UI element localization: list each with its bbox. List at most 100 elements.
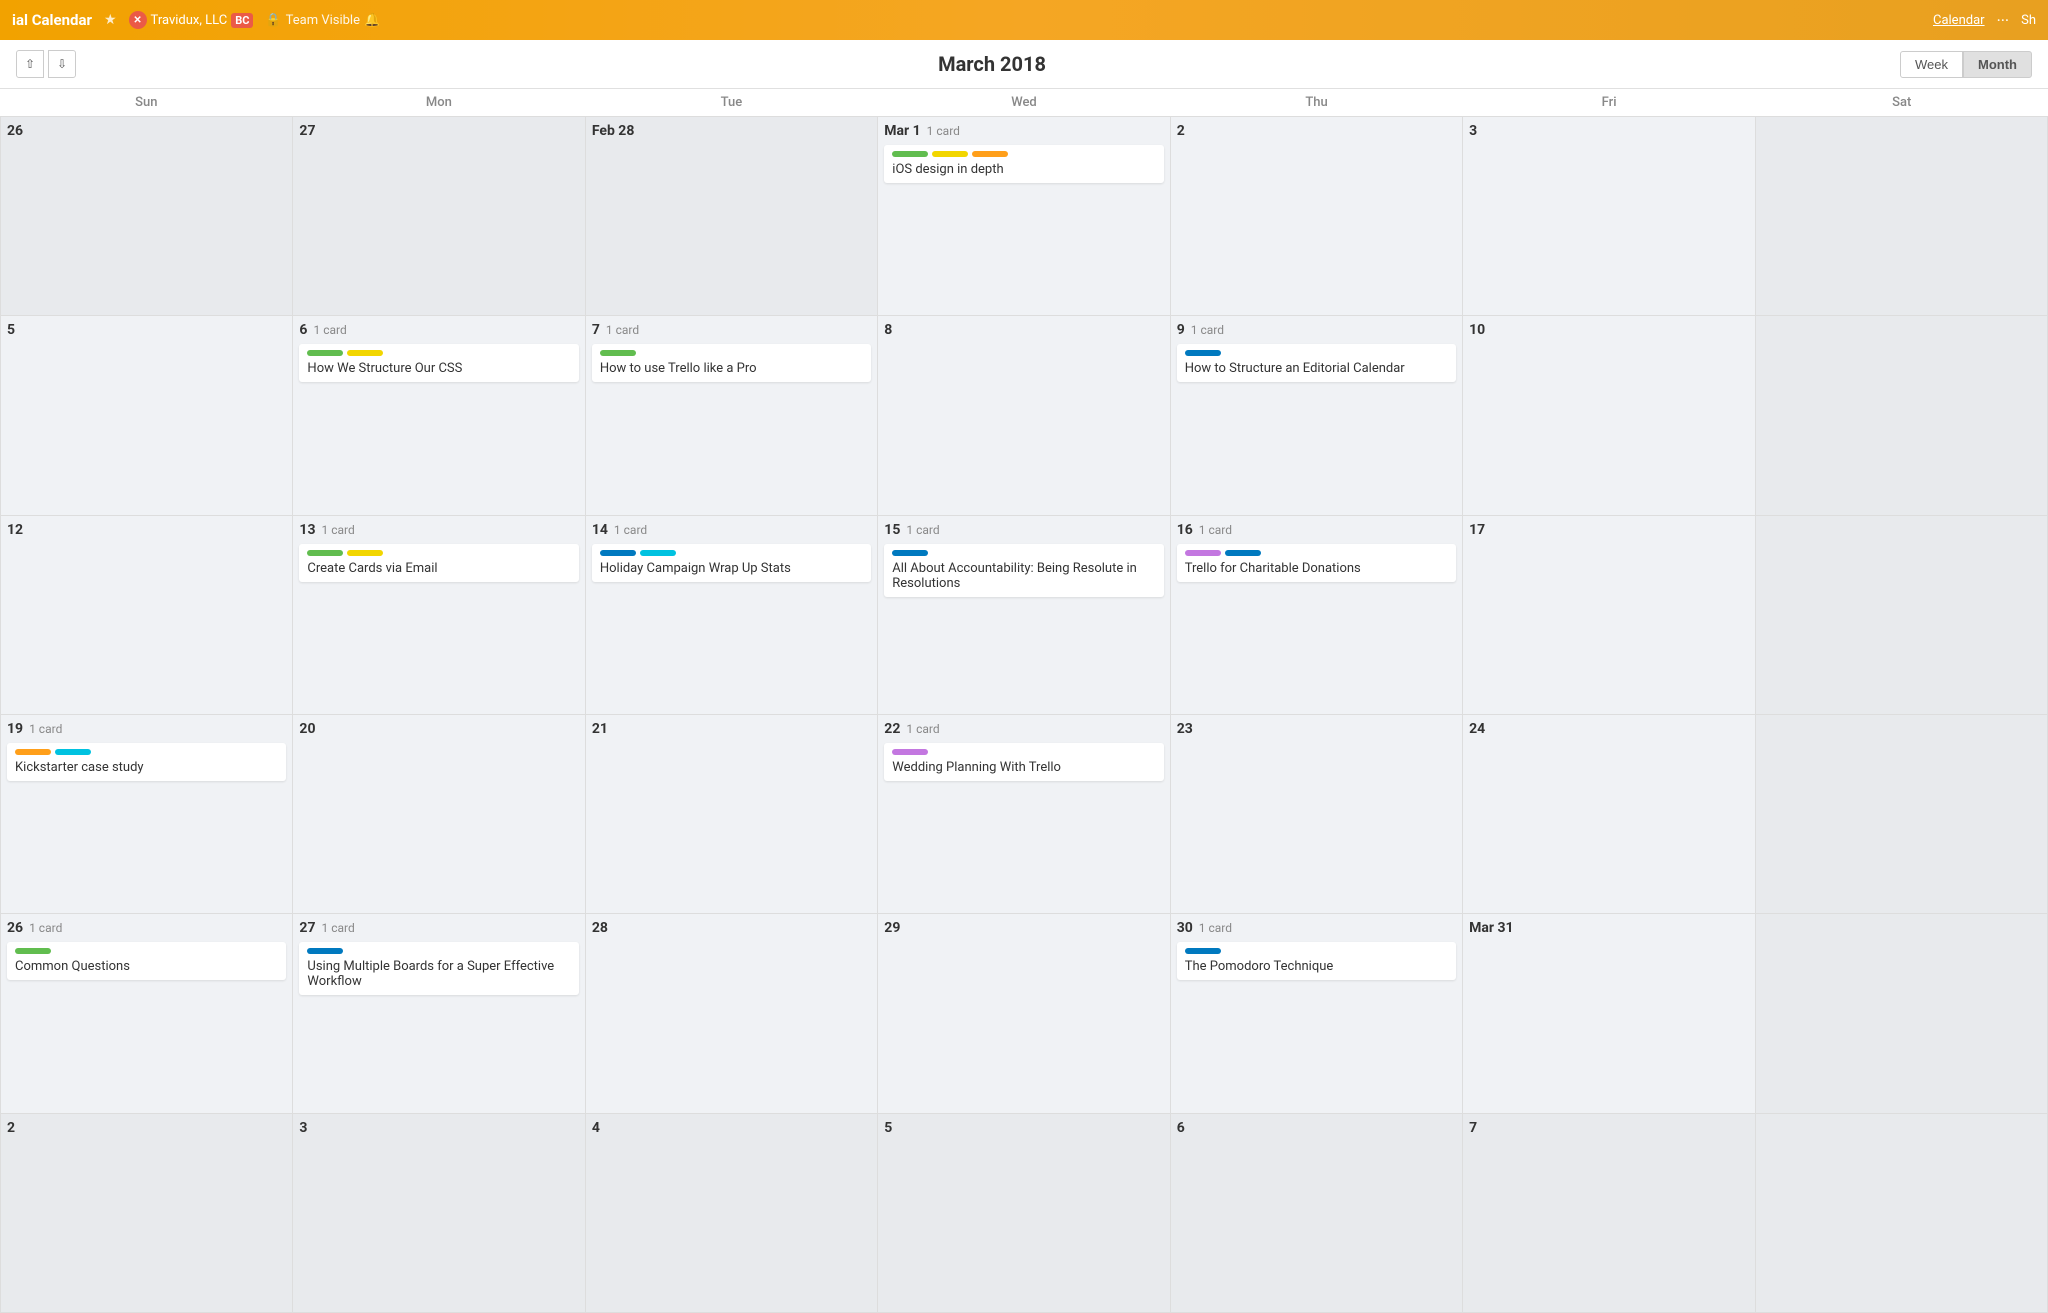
cell-card-count: 1 card: [322, 523, 355, 537]
card-title: Wedding Planning With Trello: [892, 760, 1155, 775]
cal-cell[interactable]: 271 cardUsing Multiple Boards for a Supe…: [293, 914, 585, 1113]
cal-cell[interactable]: 27: [293, 117, 585, 316]
cal-cell[interactable]: 141 cardHoliday Campaign Wrap Up Stats: [586, 516, 878, 715]
cell-day-number: 30: [1177, 920, 1193, 936]
cal-cell[interactable]: [1756, 1114, 2048, 1313]
cal-cell[interactable]: 161 cardTrello for Charitable Donations: [1171, 516, 1463, 715]
more-options[interactable]: ···: [1997, 11, 2010, 30]
cell-day-number: 3: [299, 1120, 307, 1136]
cal-cell[interactable]: 7: [1463, 1114, 1755, 1313]
calendar-card[interactable]: Wedding Planning With Trello: [884, 743, 1163, 781]
card-title: Using Multiple Boards for a Super Effect…: [307, 959, 570, 989]
cal-cell[interactable]: 13 1 card Create Cards via Email: [293, 516, 585, 715]
cell-day-number: 7: [1469, 1120, 1477, 1136]
calendar-link[interactable]: Calendar: [1933, 13, 1985, 28]
cal-cell[interactable]: [1756, 516, 2048, 715]
label-bar: [347, 550, 383, 556]
cal-cell[interactable]: Mar 11 cardiOS design in depth: [878, 117, 1170, 316]
label-bar: [347, 350, 383, 356]
cal-cell[interactable]: 29: [878, 914, 1170, 1113]
card-title: Kickstarter case study: [15, 760, 278, 775]
cal-cell[interactable]: 3: [293, 1114, 585, 1313]
calendar-card[interactable]: Kickstarter case study: [7, 743, 286, 781]
cell-day-number: 29: [884, 920, 900, 936]
cal-cell[interactable]: Feb 28: [586, 117, 878, 316]
cal-cell[interactable]: 21: [586, 715, 878, 914]
week-view-button[interactable]: Week: [1900, 51, 1963, 78]
cal-cell[interactable]: [1756, 914, 2048, 1113]
calendar-card[interactable]: Common Questions: [7, 942, 286, 980]
cal-cell[interactable]: 10: [1463, 316, 1755, 515]
label-bar: [600, 550, 636, 556]
cal-cell[interactable]: 5: [1, 316, 293, 515]
nav-prev-button[interactable]: ⇧: [16, 50, 44, 78]
cell-day-number: 26: [7, 920, 23, 936]
cal-cell[interactable]: 12: [1, 516, 293, 715]
calendar-wrapper: ⇧ ⇩ March 2018 Week Month Sun Mon Tue We…: [0, 40, 2048, 1313]
day-of-week-row: Sun Mon Tue Wed Thu Fri Sat: [0, 89, 2048, 117]
cell-card-count: 1 card: [614, 523, 647, 537]
month-view-button[interactable]: Month: [1963, 51, 2032, 78]
calendar-grid: 2627Feb 28Mar 11 cardiOS design in depth…: [0, 117, 2048, 1313]
calendar-card[interactable]: How to use Trello like a Pro: [592, 344, 871, 382]
cal-cell[interactable]: 301 cardThe Pomodoro Technique: [1171, 914, 1463, 1113]
cal-cell[interactable]: 151 cardAll About Accountability: Being …: [878, 516, 1170, 715]
label-bar: [1225, 550, 1261, 556]
cell-day-number: 13: [299, 522, 315, 538]
card-labels: [892, 550, 1155, 556]
cell-day-number: Mar 31: [1469, 920, 1513, 936]
cal-cell[interactable]: 221 cardWedding Planning With Trello: [878, 715, 1170, 914]
calendar-card[interactable]: iOS design in depth: [884, 145, 1163, 183]
cal-cell[interactable]: 3: [1463, 117, 1755, 316]
card-labels: [892, 749, 1155, 755]
cal-cell[interactable]: 2: [1171, 117, 1463, 316]
cal-cell[interactable]: 71 cardHow to use Trello like a Pro: [586, 316, 878, 515]
calendar-card[interactable]: Using Multiple Boards for a Super Effect…: [299, 942, 578, 995]
calendar-card[interactable]: Holiday Campaign Wrap Up Stats: [592, 544, 871, 582]
cal-cell[interactable]: 23: [1171, 715, 1463, 914]
card-title: The Pomodoro Technique: [1185, 959, 1448, 974]
cell-day-number: 7: [592, 322, 600, 338]
label-bar: [892, 550, 928, 556]
cal-cell[interactable]: 2: [1, 1114, 293, 1313]
calendar-card[interactable]: How We Structure Our CSS: [299, 344, 578, 382]
cell-card-count: 1 card: [927, 124, 960, 138]
label-bar: [972, 151, 1008, 157]
nav-next-button[interactable]: ⇩: [48, 50, 76, 78]
cal-cell[interactable]: 5: [878, 1114, 1170, 1313]
cal-cell[interactable]: [1756, 316, 2048, 515]
calendar-card[interactable]: Create Cards via Email: [299, 544, 578, 582]
star-icon[interactable]: ★: [104, 12, 117, 28]
cal-cell[interactable]: [1756, 117, 2048, 316]
cell-day-number: 24: [1469, 721, 1485, 737]
cal-cell[interactable]: 28: [586, 914, 878, 1113]
share-label[interactable]: Sh: [2021, 13, 2036, 28]
calendar-card[interactable]: Trello for Charitable Donations: [1177, 544, 1456, 582]
cal-cell[interactable]: 24: [1463, 715, 1755, 914]
card-labels: [892, 151, 1155, 157]
cal-cell[interactable]: 61 cardHow We Structure Our CSS: [293, 316, 585, 515]
company-name: Travidux, LLC: [151, 13, 228, 28]
card-title: How We Structure Our CSS: [307, 361, 570, 376]
cal-cell[interactable]: 8: [878, 316, 1170, 515]
cal-cell[interactable]: 20: [293, 715, 585, 914]
card-labels: [600, 350, 863, 356]
calendar-card[interactable]: The Pomodoro Technique: [1177, 942, 1456, 980]
cal-cell[interactable]: 26: [1, 117, 293, 316]
cal-cell[interactable]: 17: [1463, 516, 1755, 715]
cell-card-count: 1 card: [906, 523, 939, 537]
label-bar: [307, 550, 343, 556]
cal-cell[interactable]: 191 cardKickstarter case study: [1, 715, 293, 914]
cal-cell[interactable]: Mar 31: [1463, 914, 1755, 1113]
cal-cell[interactable]: 4: [586, 1114, 878, 1313]
cal-cell[interactable]: [1756, 715, 2048, 914]
cell-card-count: 1 card: [1191, 323, 1224, 337]
cal-cell[interactable]: 261 cardCommon Questions: [1, 914, 293, 1113]
cell-day-number: 27: [299, 123, 315, 139]
cal-cell[interactable]: 91 cardHow to Structure an Editorial Cal…: [1171, 316, 1463, 515]
cal-cell[interactable]: 6: [1171, 1114, 1463, 1313]
calendar-card[interactable]: All About Accountability: Being Resolute…: [884, 544, 1163, 597]
cell-day-number: 26: [7, 123, 23, 139]
calendar-card[interactable]: How to Structure an Editorial Calendar: [1177, 344, 1456, 382]
card-labels: [1185, 350, 1448, 356]
